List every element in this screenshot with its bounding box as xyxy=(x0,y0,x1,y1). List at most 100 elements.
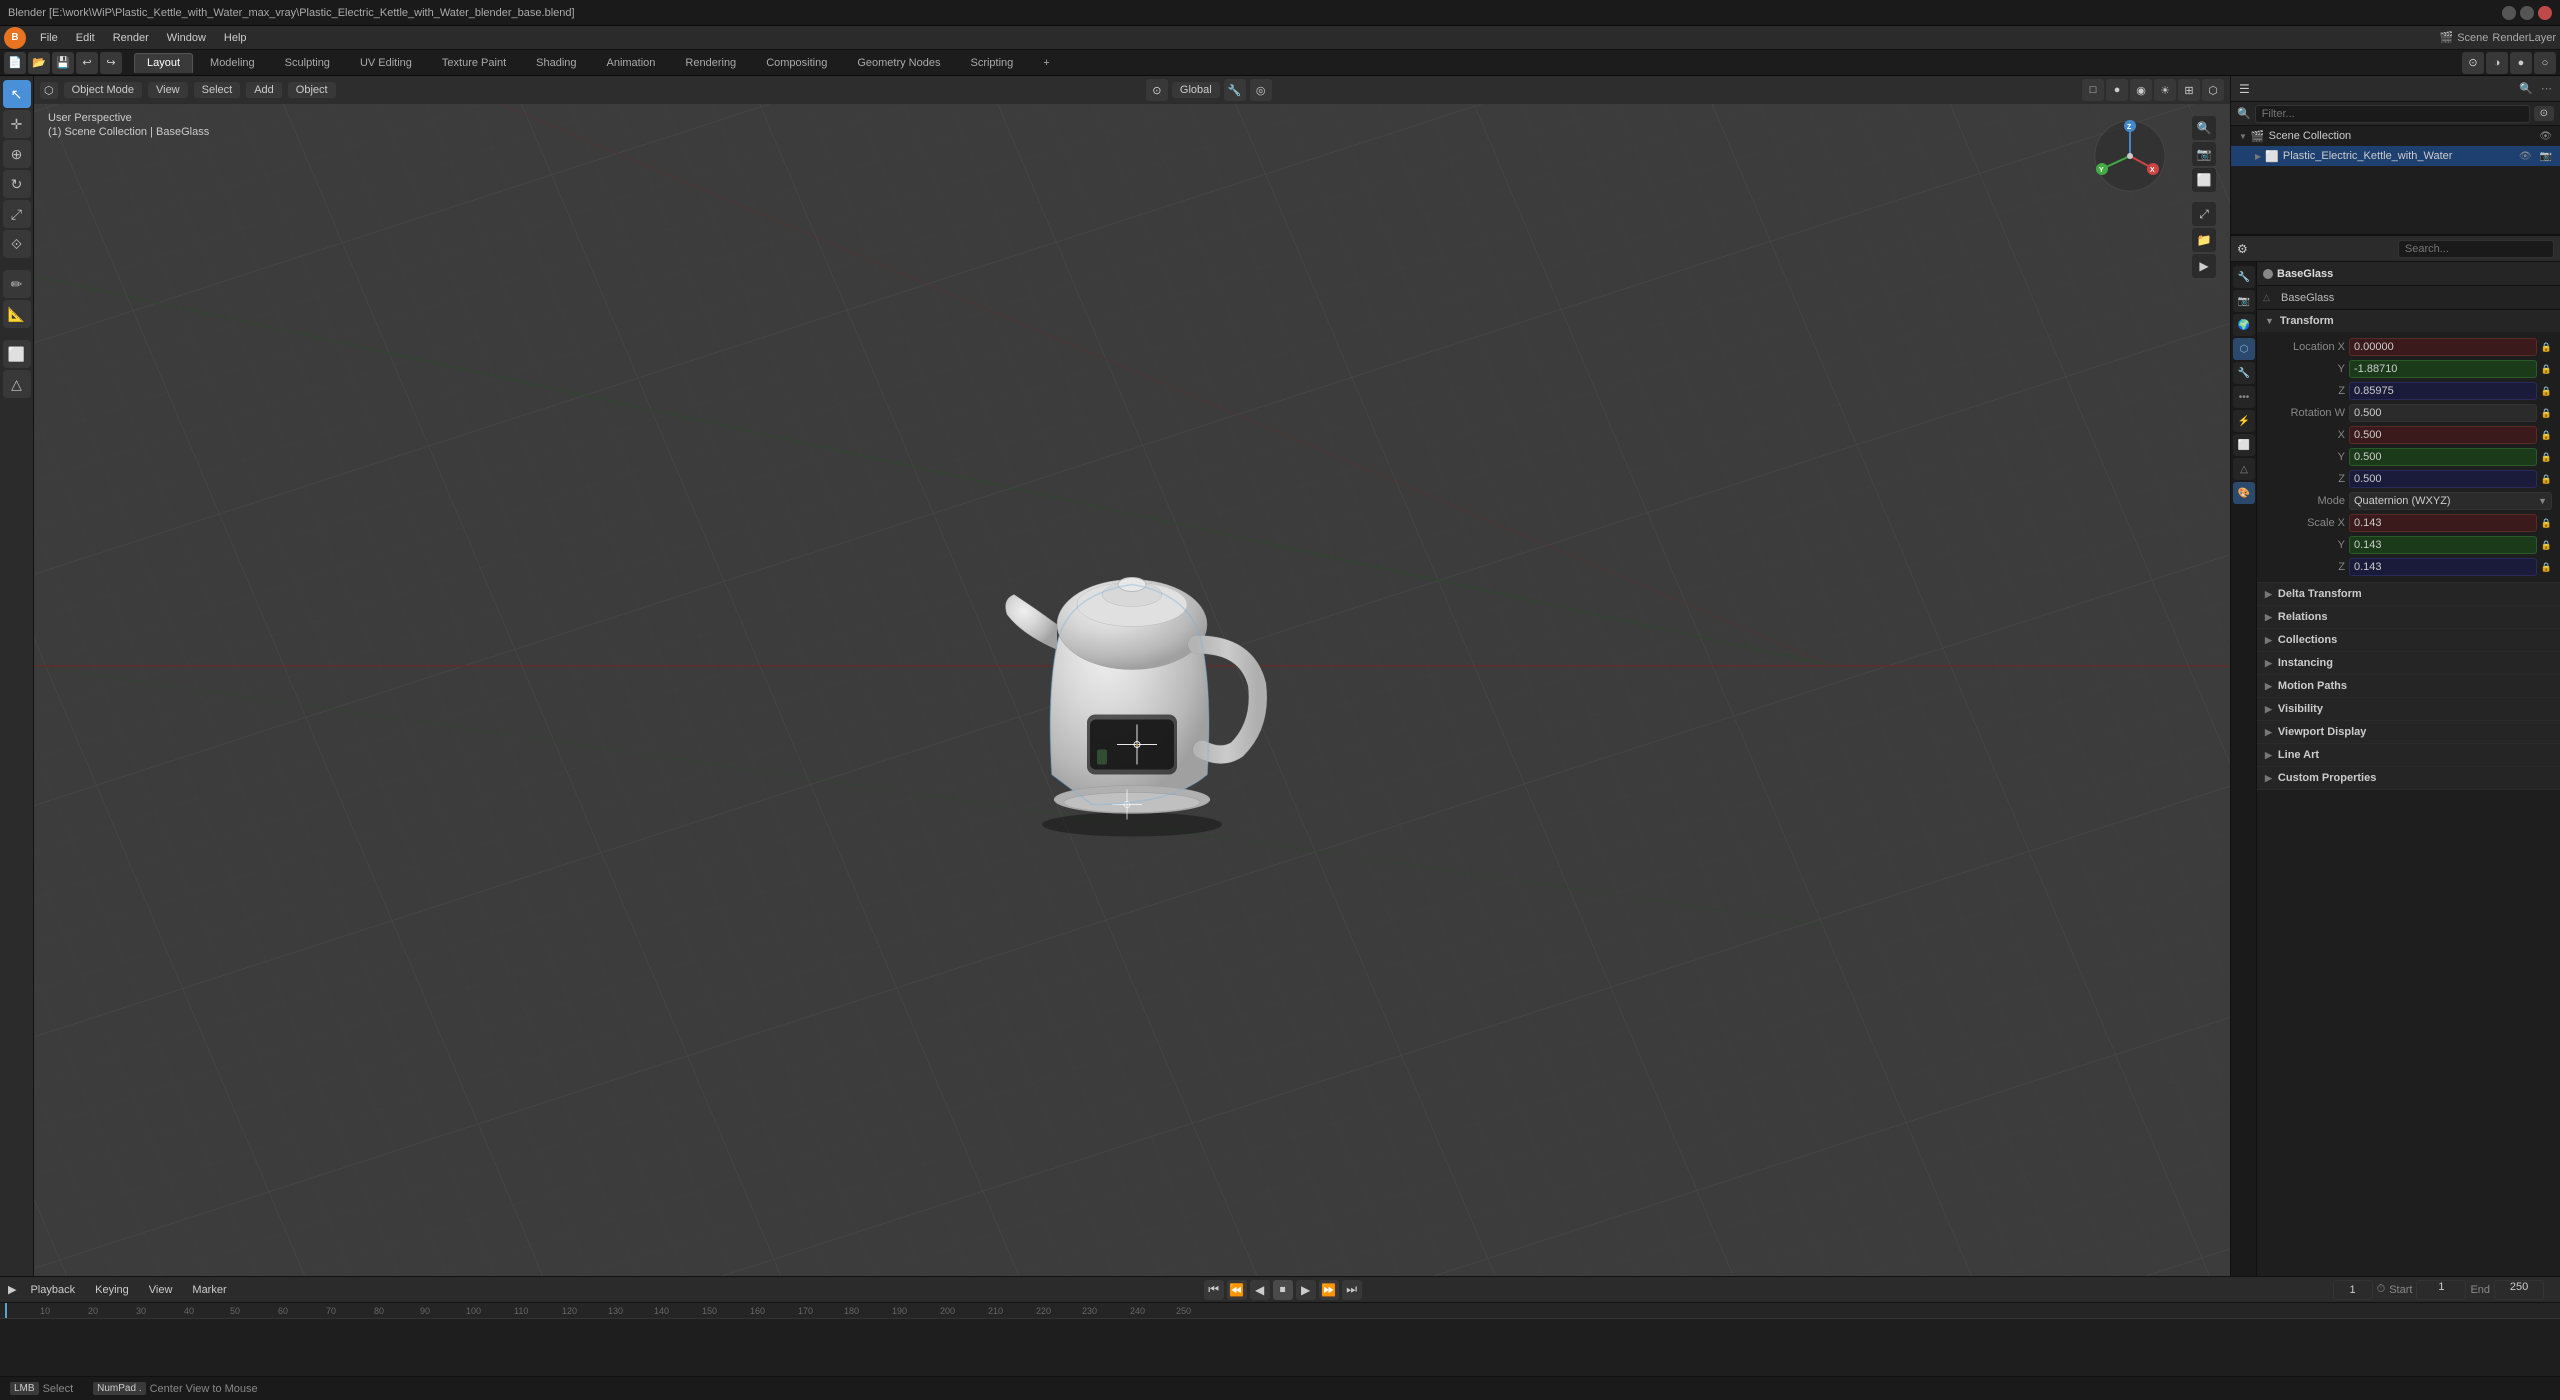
viewport-shading-solid[interactable]: ◑ xyxy=(2486,52,2508,74)
viewport-display-header[interactable]: ▶ Viewport Display xyxy=(2257,721,2560,743)
view-camera-icon[interactable]: 📷 xyxy=(2192,142,2216,166)
shading-material[interactable]: ◉ xyxy=(2130,79,2152,101)
proportional-edit[interactable]: ◎ xyxy=(1250,79,1272,101)
props-constraints-icon[interactable]: ⬜ xyxy=(2233,434,2255,456)
tool-scale[interactable]: ⤢ xyxy=(3,200,31,228)
props-world-icon[interactable]: 🌍 xyxy=(2233,314,2255,336)
minimize-button[interactable] xyxy=(2502,6,2516,20)
menu-edit[interactable]: Edit xyxy=(68,30,103,46)
filter-options-btn[interactable]: ⊙ xyxy=(2534,106,2554,121)
custom-props-header[interactable]: ▶ Custom Properties xyxy=(2257,767,2560,789)
scale-z-field[interactable]: 0.143 xyxy=(2349,558,2537,576)
rotation-y-field[interactable]: 0.500 xyxy=(2349,448,2537,466)
timeline-editor-icon[interactable]: ▶ xyxy=(8,1283,16,1296)
viewport-object-menu[interactable]: Object xyxy=(288,82,336,98)
outliner-search-input[interactable] xyxy=(2255,105,2530,123)
rotation-x-lock[interactable]: 🔒 xyxy=(2541,430,2552,441)
play-reverse-btn[interactable]: ◀ xyxy=(1250,1280,1270,1300)
outliner-options-icon[interactable]: ⋯ xyxy=(2541,82,2552,95)
view-orthogonal-icon[interactable]: ⬜ xyxy=(2192,168,2216,192)
viewport-gizmo[interactable]: Z X Y xyxy=(2090,116,2170,196)
location-y-lock[interactable]: 🔒 xyxy=(2541,364,2552,375)
scale-x-lock[interactable]: 🔒 xyxy=(2541,518,2552,529)
viewport-3d[interactable]: ⬡ Object Mode View Select Add Object ⊙ G… xyxy=(34,76,2230,1276)
collections-header[interactable]: ▶ Collections xyxy=(2257,629,2560,651)
viewport-overlay-icon[interactable]: ⊙ xyxy=(2462,52,2484,74)
rotation-z-lock[interactable]: 🔒 xyxy=(2541,474,2552,485)
tab-animation[interactable]: Animation xyxy=(594,53,669,73)
playback-menu[interactable]: Playback xyxy=(24,1282,81,1298)
props-particles-icon[interactable]: ••• xyxy=(2233,386,2255,408)
overlay-toggle[interactable]: ⊞ xyxy=(2178,79,2200,101)
kettle-render-icon[interactable]: 📷 xyxy=(2540,151,2552,162)
props-editor-icon[interactable]: ⚙ xyxy=(2237,242,2248,256)
tab-layout[interactable]: Layout xyxy=(134,53,193,73)
tool-add-cube[interactable]: ⬜ xyxy=(3,340,31,368)
visibility-header[interactable]: ▶ Visibility xyxy=(2257,698,2560,720)
jump-start-btn[interactable]: ⏮ xyxy=(1204,1280,1224,1300)
tool-cursor[interactable]: ✛ xyxy=(3,110,31,138)
props-scene-icon[interactable]: 📷 xyxy=(2233,290,2255,312)
view-menu-tl[interactable]: View xyxy=(143,1282,179,1298)
tab-uv-editing[interactable]: UV Editing xyxy=(347,53,425,73)
viewport-mode-select[interactable]: Object Mode xyxy=(64,82,142,98)
transform-pivot-icon[interactable]: ⊙ xyxy=(1146,79,1168,101)
xray-toggle[interactable]: ⬡ xyxy=(2202,79,2224,101)
kettle-vis-icon[interactable]: 👁 xyxy=(2519,151,2532,162)
tab-sculpting[interactable]: Sculpting xyxy=(272,53,343,73)
redo-icon[interactable]: ↪ xyxy=(100,52,122,74)
tab-compositing[interactable]: Compositing xyxy=(753,53,840,73)
collections-icon[interactable]: 📁 xyxy=(2192,228,2216,252)
sidebar-toggle-icon[interactable]: ▶ xyxy=(2192,254,2216,278)
new-file-icon[interactable]: 📄 xyxy=(4,52,26,74)
marker-menu[interactable]: Marker xyxy=(186,1282,232,1298)
tab-modeling[interactable]: Modeling xyxy=(197,53,268,73)
zoom-in-icon[interactable]: 🔍 xyxy=(2192,116,2216,140)
tab-geometry-nodes[interactable]: Geometry Nodes xyxy=(844,53,953,73)
tab-shading[interactable]: Shading xyxy=(523,53,589,73)
save-file-icon[interactable]: 💾 xyxy=(52,52,74,74)
snap-toggle[interactable]: 🔧 xyxy=(1224,79,1246,101)
outliner-editor-icon[interactable]: ☰ xyxy=(2239,82,2250,96)
play-btn[interactable]: ⏹ xyxy=(1273,1280,1293,1300)
tool-move[interactable]: ⊕ xyxy=(3,140,31,168)
end-frame-input[interactable]: 250 xyxy=(2494,1280,2544,1300)
tab-add-new[interactable]: + xyxy=(1030,53,1062,73)
instancing-header[interactable]: ▶ Instancing xyxy=(2257,652,2560,674)
tool-transform[interactable]: ⟐ xyxy=(3,230,31,258)
menu-help[interactable]: Help xyxy=(216,30,255,46)
props-tool-icon[interactable]: 🔧 xyxy=(2233,266,2255,288)
outliner-kettle-item[interactable]: ▶ ⬜ Plastic_Electric_Kettle_with_Water 👁… xyxy=(2231,146,2560,166)
tab-texture-paint[interactable]: Texture Paint xyxy=(429,53,519,73)
scale-x-field[interactable]: 0.143 xyxy=(2349,514,2537,532)
menu-render[interactable]: Render xyxy=(105,30,157,46)
props-modifier-icon[interactable]: 🔧 xyxy=(2233,362,2255,384)
props-material-icon[interactable]: 🎨 xyxy=(2233,482,2255,504)
location-x-lock[interactable]: 🔒 xyxy=(2541,342,2552,353)
playhead[interactable] xyxy=(5,1303,7,1318)
step-back-btn[interactable]: ⏪ xyxy=(1227,1280,1247,1300)
tab-rendering[interactable]: Rendering xyxy=(672,53,749,73)
line-art-header[interactable]: ▶ Line Art xyxy=(2257,744,2560,766)
step-forward-btn[interactable]: ⏩ xyxy=(1319,1280,1339,1300)
menu-file[interactable]: File xyxy=(32,30,66,46)
editor-type-icon[interactable]: ⬡ xyxy=(40,82,58,99)
scale-z-lock[interactable]: 🔒 xyxy=(2541,562,2552,573)
outliner-scene-collection[interactable]: ▼ 🎬 Scene Collection 👁 xyxy=(2231,126,2560,146)
scale-y-field[interactable]: 0.143 xyxy=(2349,536,2537,554)
location-y-field[interactable]: -1.88710 xyxy=(2349,360,2537,378)
frame-clock-icon[interactable]: ⏱ xyxy=(2377,1283,2386,1296)
keying-menu[interactable]: Keying xyxy=(89,1282,135,1298)
props-data-icon[interactable]: △ xyxy=(2233,458,2255,480)
viewport-shading-render[interactable]: ○ xyxy=(2534,52,2556,74)
play-forward-btn[interactable]: ▶ xyxy=(1296,1280,1316,1300)
tab-scripting[interactable]: Scripting xyxy=(957,53,1026,73)
collection-vis-icon[interactable]: 👁 xyxy=(2539,131,2552,142)
rotation-w-lock[interactable]: 🔒 xyxy=(2541,408,2552,419)
props-object-icon[interactable]: ⬡ xyxy=(2233,338,2255,360)
close-button[interactable] xyxy=(2538,6,2552,20)
maximize-button[interactable] xyxy=(2520,6,2534,20)
jump-end-btn[interactable]: ⏭ xyxy=(1342,1280,1362,1300)
rotation-mode-field[interactable]: Quaternion (WXYZ) ▼ xyxy=(2349,492,2552,510)
rotation-y-lock[interactable]: 🔒 xyxy=(2541,452,2552,463)
